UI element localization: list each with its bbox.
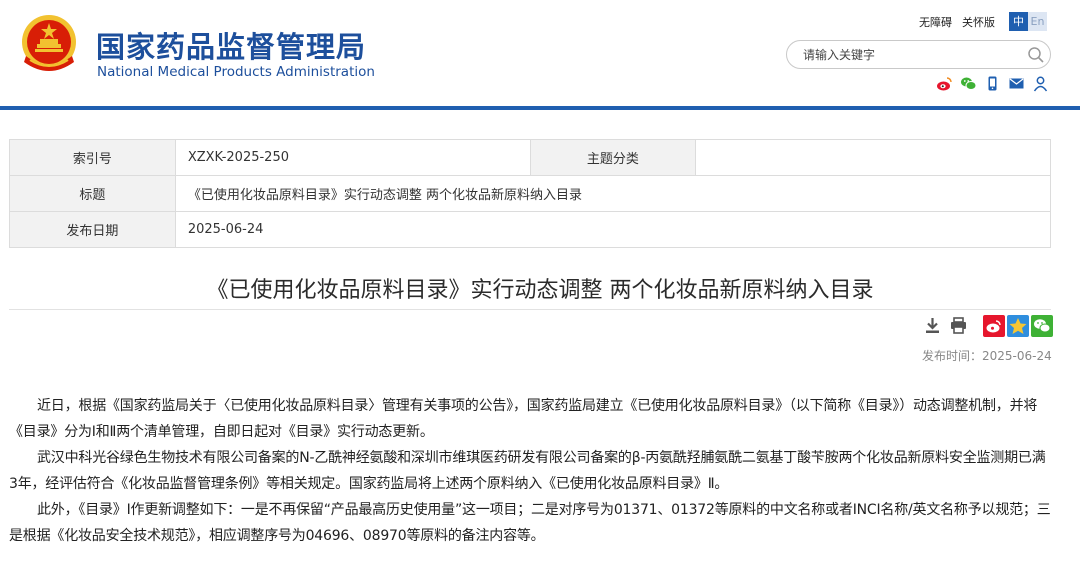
index-label: 索引号: [9, 139, 176, 176]
date-label: 发布日期: [9, 211, 176, 248]
article-title: 《已使用化妆品原料目录》实行动态调整 两个化妆品新原料纳入目录: [206, 278, 874, 303]
weibo-icon[interactable]: [936, 75, 953, 92]
site-name-cn[interactable]: 国家药品监督管理局: [96, 24, 366, 66]
table-row: 标题 《已使用化妆品原料目录》实行动态调整 两个化妆品新原料纳入目录: [9, 175, 1052, 212]
topic-label: 主题分类: [529, 139, 697, 176]
table-row: 发布日期 2025-06-24: [9, 211, 1052, 248]
wechat-share-icon[interactable]: [1031, 315, 1053, 337]
title-divider: [9, 309, 1051, 310]
care-mode-link[interactable]: 关怀版: [962, 14, 995, 30]
article-paragraph: 此外，《目录》Ⅰ作更新调整如下：一是不再保留“产品最高历史使用量”这一项目；二是…: [9, 502, 1051, 544]
share-tools: [983, 315, 1053, 337]
table-row: 索引号 XZXK-2025-250 主题分类: [9, 139, 1051, 176]
search-box: [786, 40, 1051, 69]
publish-time: 发布时间：2025-06-24: [922, 349, 1052, 363]
date-value: 2025-06-24: [174, 211, 1052, 248]
qzone-share-icon[interactable]: [1007, 315, 1029, 337]
article-body: 近日，根据《国家药监局关于〈已使用化妆品原料目录〉管理有关事项的公告》，国家药监…: [9, 393, 1051, 549]
accessibility-link[interactable]: 无障碍: [919, 14, 952, 30]
print-icon[interactable]: [949, 316, 968, 335]
mail-icon[interactable]: [1008, 75, 1025, 92]
index-value: XZXK-2025-250: [174, 139, 531, 176]
site-header: 国家药品监督管理局 National Medical Products Admi…: [0, 0, 1080, 106]
lang-en-button[interactable]: En: [1028, 12, 1047, 31]
header-divider: [0, 106, 1080, 110]
wechat-icon[interactable]: [960, 75, 977, 92]
national-emblem-icon[interactable]: [18, 12, 80, 78]
social-links: [936, 75, 1049, 92]
article-paragraph: 近日，根据《国家药监局关于〈已使用化妆品原料目录〉管理有关事项的公告》，国家药监…: [9, 398, 1038, 440]
language-switch: 中 En: [1009, 12, 1047, 31]
topic-value: [695, 139, 1051, 176]
article-tools: [923, 316, 968, 335]
mobile-icon[interactable]: [984, 75, 1001, 92]
top-links: 无障碍 关怀版: [919, 14, 995, 30]
site-name-en[interactable]: National Medical Products Administration: [97, 64, 375, 80]
lang-cn-button[interactable]: 中: [1009, 12, 1028, 31]
article-paragraph: 武汉中科光谷绿色生物技术有限公司备案的N-乙酰神经氨酸和深圳市维琪医药研发有限公…: [9, 450, 1046, 492]
metadata-table: 索引号 XZXK-2025-250 主题分类 标题 《已使用化妆品原料目录》实行…: [9, 139, 1052, 248]
title-label: 标题: [9, 175, 176, 212]
search-input[interactable]: [803, 47, 1013, 63]
search-icon[interactable]: [1027, 46, 1045, 64]
download-icon[interactable]: [923, 316, 942, 335]
user-icon[interactable]: [1032, 75, 1049, 92]
title-value: 《已使用化妆品原料目录》实行动态调整 两个化妆品新原料纳入目录: [174, 175, 1052, 212]
weibo-share-icon[interactable]: [983, 315, 1005, 337]
